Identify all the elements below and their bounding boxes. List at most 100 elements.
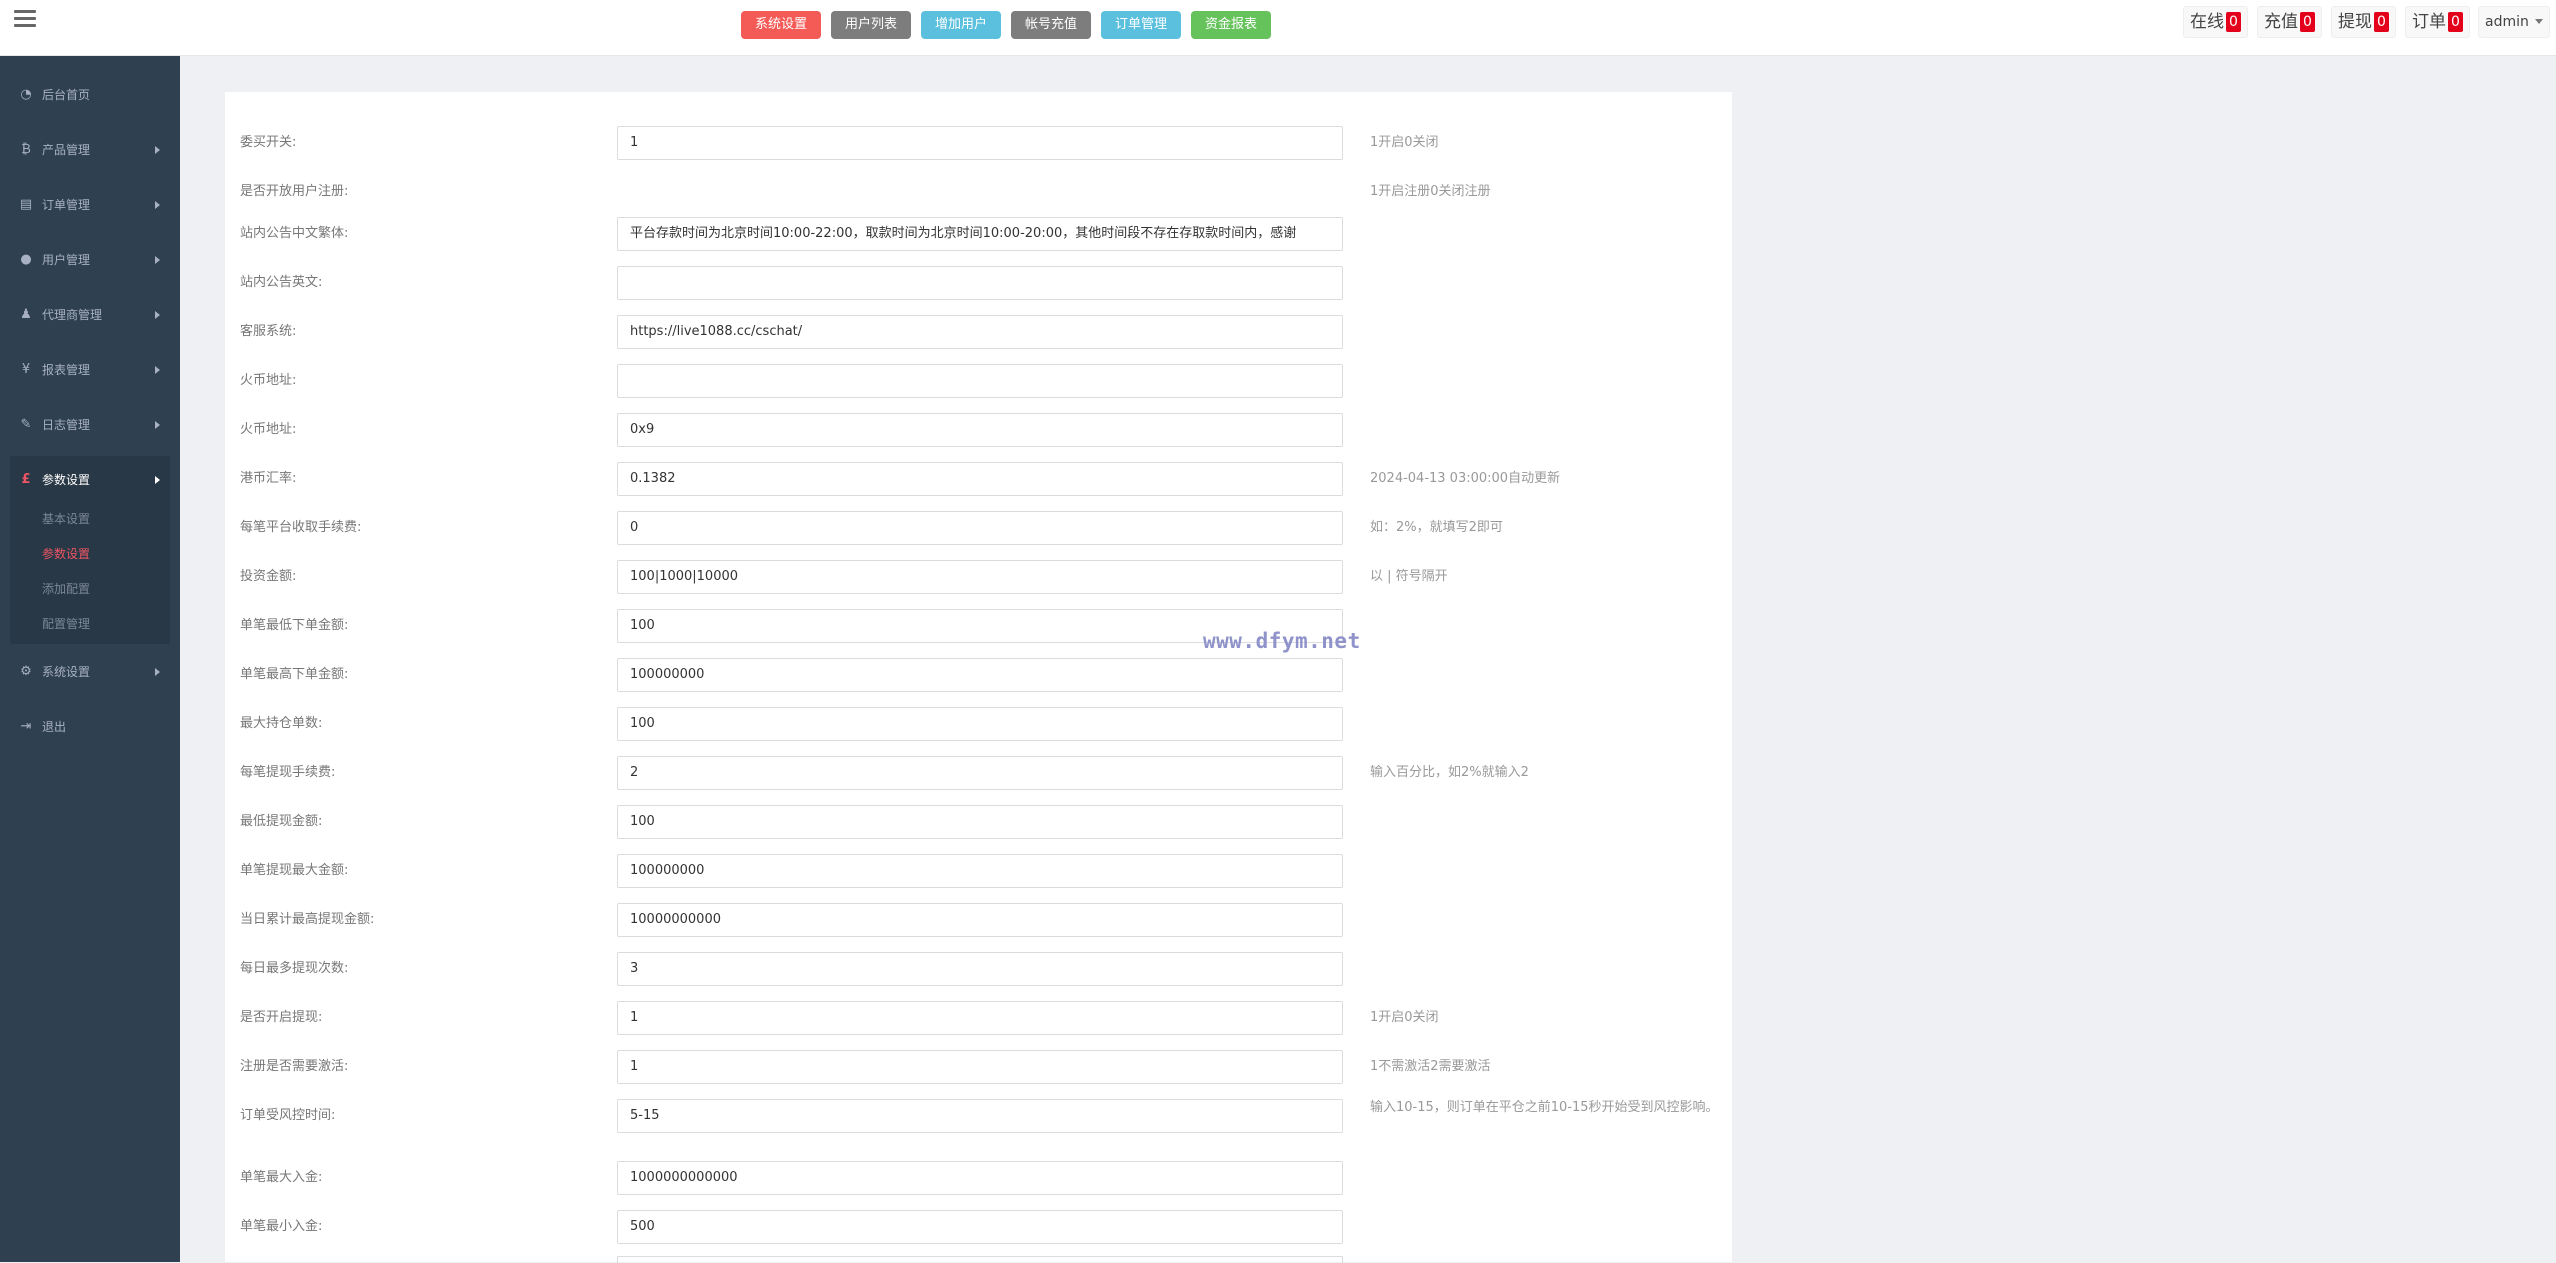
add-user-button[interactable]: 增加用户 xyxy=(921,11,1002,39)
withdraw-stat[interactable]: 提现 0 xyxy=(2331,6,2396,38)
form-row-platform-fee: 每笔平台收取手续费: 0 如：2%，就填写2即可 xyxy=(225,511,1732,545)
field-help-text: 如：2%，就填写2即可 xyxy=(1370,520,1503,535)
order-stat[interactable]: 订单 0 xyxy=(2405,6,2470,38)
min-deposit-input[interactable]: 500 xyxy=(617,1210,1343,1244)
dashboard-icon: ◔ xyxy=(20,87,32,102)
user-icon: ● xyxy=(20,252,32,267)
sidebar-item-logout[interactable]: ⇥ 退出 xyxy=(0,702,180,752)
field-help-text: 1开启0关闭 xyxy=(1370,135,1439,150)
daily-withdraw-count-input[interactable]: 3 xyxy=(617,952,1343,986)
field-label: 是否开启提现: xyxy=(240,1010,323,1025)
gears-icon: ⚙ xyxy=(20,664,32,679)
min-withdraw-input[interactable]: 100 xyxy=(617,805,1343,839)
recharge-stat[interactable]: 充值 0 xyxy=(2257,6,2322,38)
chevron-right-icon xyxy=(155,668,160,676)
form-row-max-deposit: 单笔最大入金: 1000000000000 xyxy=(225,1161,1732,1195)
max-order-amount-input[interactable]: 100000000 xyxy=(617,658,1343,692)
sidebar-subitem-basic-settings[interactable]: 基本设置 xyxy=(42,503,90,535)
withdraw-count-badge: 0 xyxy=(2374,12,2389,32)
require-activation-input[interactable]: 1 xyxy=(617,1050,1343,1084)
field-help-text: 2024-04-13 03:00:00自动更新 xyxy=(1370,471,1561,486)
sidebar-item-parameters[interactable]: £ 参数设置 xyxy=(0,455,180,505)
form-row-min-withdraw: 最低提现金额: 100 xyxy=(225,805,1732,839)
investment-amounts-input[interactable]: 100|1000|10000 xyxy=(617,560,1343,594)
agent-icon: ♟ xyxy=(20,307,32,322)
system-settings-button[interactable]: 系统设置 xyxy=(741,11,822,39)
notice-english-input[interactable] xyxy=(617,266,1343,300)
sidebar-item-agents[interactable]: ♟ 代理商管理 xyxy=(0,290,180,340)
huobi-address-input-1[interactable] xyxy=(617,364,1343,398)
form-row-daily-max-withdraw: 当日累计最高提现金额: 10000000000 xyxy=(225,903,1732,937)
platform-fee-input[interactable]: 0 xyxy=(617,511,1343,545)
form-row-daily-withdraw-count: 每日最多提现次数: 3 xyxy=(225,952,1732,986)
sidebar-item-label: 后台首页 xyxy=(42,88,91,102)
top-navbar: 系统设置 用户列表 增加用户 帐号充值 订单管理 资金报表 在线 0 充值 0 提现… xyxy=(0,0,2556,56)
chevron-right-icon xyxy=(155,311,160,319)
pound-icon: £ xyxy=(21,472,31,487)
sidebar-item-logs[interactable]: ✎ 日志管理 xyxy=(0,400,180,450)
buy-switch-input[interactable]: 1 xyxy=(617,126,1343,160)
online-label: 在线 xyxy=(2190,12,2224,32)
sidebar-item-products[interactable]: ₿ 产品管理 xyxy=(0,125,180,175)
huobi-address-input-2[interactable]: 0x9 xyxy=(617,413,1343,447)
max-deposit-input[interactable]: 1000000000000 xyxy=(617,1161,1343,1195)
form-row-require-activation: 注册是否需要激活: 1 1不需激活2需要激活 xyxy=(225,1050,1732,1084)
sidebar-item-label: 系统设置 xyxy=(42,665,91,679)
form-row-buy-switch: 委买开关: 1 1开启0关闭 xyxy=(225,126,1732,160)
order-label: 订单 xyxy=(2412,12,2446,32)
recharge-label: 充值 xyxy=(2264,12,2298,32)
hkd-rate-input[interactable]: 0.1382 xyxy=(617,462,1343,496)
hamburger-menu-icon[interactable] xyxy=(14,10,36,28)
admin-user-menu[interactable]: admin xyxy=(2478,6,2550,38)
log-icon: ✎ xyxy=(20,417,32,432)
field-label: 最大持仓单数: xyxy=(240,716,323,731)
chevron-right-icon xyxy=(155,421,160,429)
sidebar: ◔ 后台首页 ₿ 产品管理 ▤ 订单管理 ● 用户管理 ♟ 代理商管理 ¥ 报表… xyxy=(0,56,180,1262)
sidebar-item-label: 代理商管理 xyxy=(42,308,103,322)
field-label: 火币地址: xyxy=(240,373,297,388)
enable-withdraw-input[interactable]: 1 xyxy=(617,1001,1343,1035)
sidebar-subitem-parameter-settings[interactable]: 参数设置 xyxy=(42,538,90,570)
field-label: 当日累计最高提现金额: xyxy=(240,912,375,927)
form-row-open-registration: 是否开放用户注册: 1开启注册0关闭注册 xyxy=(225,175,1732,209)
risk-control-time-input[interactable]: 5-15 xyxy=(617,1099,1343,1133)
fund-report-button[interactable]: 资金报表 xyxy=(1191,11,1272,39)
notice-traditional-chinese-input[interactable]: 平台存款时间为北京时间10:00-22:00，取款时间为北京时间10:00-20… xyxy=(617,217,1343,251)
form-row-max-single-withdraw: 单笔提现最大金额: 100000000 xyxy=(225,854,1732,888)
field-label: 站内公告中文繁体: xyxy=(240,226,349,241)
online-stat[interactable]: 在线 0 xyxy=(2183,6,2248,38)
chevron-right-icon xyxy=(155,256,160,264)
form-row-withdraw-fee: 每笔提现手续费: 2 输入百分比，如2%就输入2 xyxy=(225,756,1732,790)
form-row-risk-control-time: 订单受风控时间: 5-15 输入10-15，则订单在平仓之前10-15秒开始受到… xyxy=(225,1099,1732,1133)
sidebar-item-reports[interactable]: ¥ 报表管理 xyxy=(0,345,180,395)
max-positions-input[interactable]: 100 xyxy=(617,707,1343,741)
withdraw-label: 提现 xyxy=(2338,12,2372,32)
chevron-down-icon xyxy=(2534,19,2543,24)
form-row-min-order-amount: 单笔最低下单金额: 100 xyxy=(225,609,1732,643)
form-row-huobi-address-2: 火币地址: 0x9 xyxy=(225,413,1732,447)
user-list-button[interactable]: 用户列表 xyxy=(831,11,912,39)
field-label: 客服系统: xyxy=(240,324,297,339)
field-label: 火币地址: xyxy=(240,422,297,437)
field-label: 单笔最大入金: xyxy=(240,1170,323,1185)
sidebar-item-label: 日志管理 xyxy=(42,418,91,432)
form-row-max-order-amount: 单笔最高下单金额: 100000000 xyxy=(225,658,1732,692)
withdraw-fee-input[interactable]: 2 xyxy=(617,756,1343,790)
sidebar-item-label: 用户管理 xyxy=(42,253,91,267)
daily-max-withdraw-input[interactable]: 10000000000 xyxy=(617,903,1343,937)
field-label: 单笔最低下单金额: xyxy=(240,618,349,633)
sidebar-item-label: 产品管理 xyxy=(42,143,91,157)
sidebar-subitem-add-config[interactable]: 添加配置 xyxy=(42,573,90,605)
sidebar-subitem-config-management[interactable]: 配置管理 xyxy=(42,608,90,640)
sidebar-item-dashboard[interactable]: ◔ 后台首页 xyxy=(0,70,180,120)
max-single-withdraw-input[interactable]: 100000000 xyxy=(617,854,1343,888)
sidebar-item-users[interactable]: ● 用户管理 xyxy=(0,235,180,285)
yen-icon: ¥ xyxy=(21,362,31,377)
sidebar-item-orders[interactable]: ▤ 订单管理 xyxy=(0,180,180,230)
customer-service-url-input[interactable]: https://live1088.cc/cschat/ xyxy=(617,315,1343,349)
account-recharge-button[interactable]: 帐号充值 xyxy=(1011,11,1092,39)
field-help-text: 1不需激活2需要激活 xyxy=(1370,1059,1491,1074)
sidebar-item-system-settings[interactable]: ⚙ 系统设置 xyxy=(0,647,180,697)
order-management-button[interactable]: 订单管理 xyxy=(1101,11,1182,39)
watermark-text: www.dfym.net xyxy=(1203,629,1361,653)
